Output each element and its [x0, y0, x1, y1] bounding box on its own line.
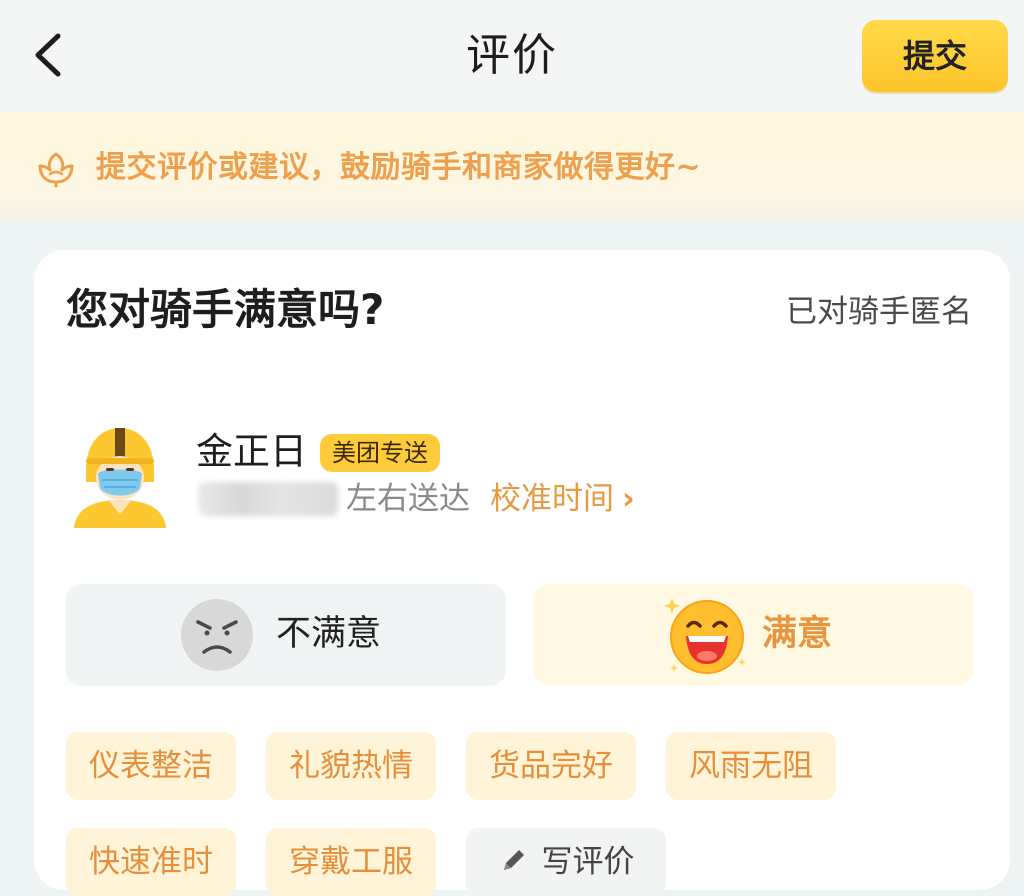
satisfied-button[interactable]: 满意	[534, 584, 974, 686]
top-bar: 评价 提交	[0, 0, 1024, 112]
delivery-time-redacted	[198, 482, 338, 516]
notice-text: 提交评价或建议，鼓励骑手和商家做得更好~	[96, 150, 702, 185]
chevron-right-icon: ›	[622, 481, 635, 517]
angry-face-icon	[181, 599, 253, 671]
tag-fast-on-time[interactable]: 快速准时	[66, 828, 236, 896]
flower-icon	[38, 152, 74, 188]
service-badge: 美团专送	[320, 434, 440, 472]
rider-avatar	[74, 428, 166, 528]
card-title: 您对骑手满意吗?	[66, 285, 385, 334]
rider-rating-card: 您对骑手满意吗? 已对骑手匿名 金正日 美团专送 左右送达 校准时间 › 不满意…	[34, 250, 1010, 896]
submit-button[interactable]: 提交	[862, 20, 1008, 92]
dissatisfied-button[interactable]: 不满意	[66, 584, 506, 686]
tag-polite[interactable]: 礼貌热情	[266, 732, 436, 800]
tag-rain-or-shine[interactable]: 风雨无阻	[666, 732, 836, 800]
laughing-face-icon	[664, 598, 746, 674]
tag-uniform[interactable]: 穿戴工服	[266, 828, 436, 896]
write-review-button[interactable]: 写评价	[466, 828, 666, 896]
dissatisfied-label: 不满意	[276, 614, 382, 654]
calibrate-time-link[interactable]: 校准时间 ›	[490, 476, 635, 522]
notice-banner: 提交评价或建议，鼓励骑手和商家做得更好~	[0, 112, 1024, 222]
write-review-label: 写评价	[541, 844, 635, 880]
arrival-text: 左右送达	[346, 481, 470, 517]
anonymous-label: 已对骑手匿名	[786, 294, 972, 330]
tag-neat-appearance[interactable]: 仪表整洁	[66, 732, 236, 800]
tag-goods-intact[interactable]: 货品完好	[466, 732, 636, 800]
satisfied-label: 满意	[762, 614, 833, 654]
calibrate-time-label: 校准时间	[490, 481, 614, 517]
pencil-icon	[503, 849, 524, 870]
rider-name: 金正日	[196, 430, 307, 473]
